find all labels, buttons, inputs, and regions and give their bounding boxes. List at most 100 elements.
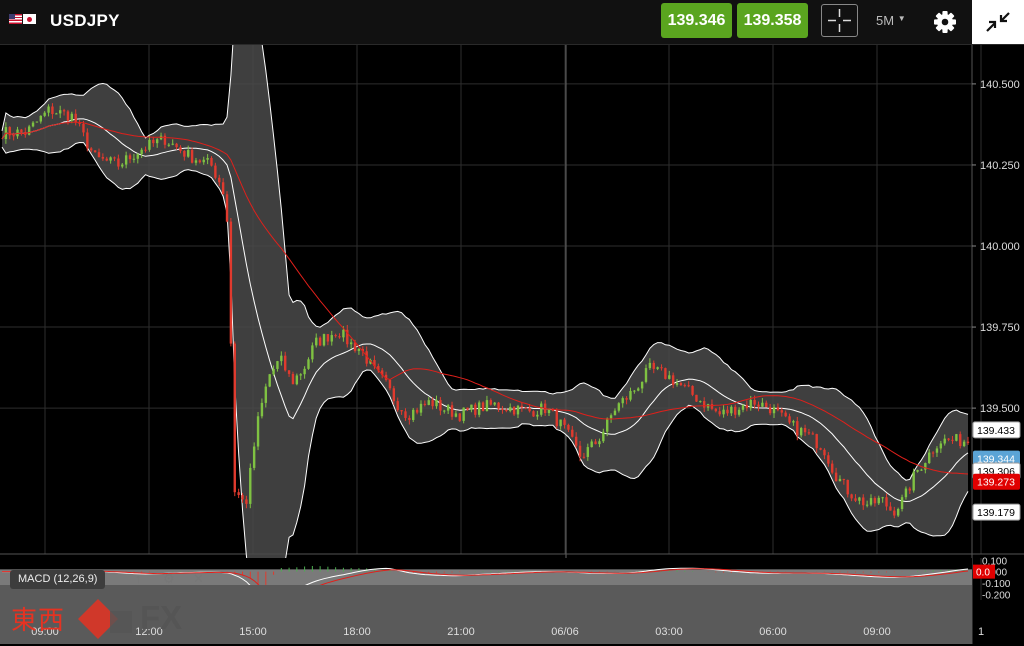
collapse-icon <box>986 12 1010 32</box>
candle-body <box>540 403 543 415</box>
price-chart[interactable]: 140.500 140.250 140.000 139.750 139.500 139.4… <box>0 45 1024 644</box>
candle-body <box>74 113 77 123</box>
candle-body <box>730 406 733 414</box>
candle-body <box>505 410 508 412</box>
macd-indicator-label[interactable]: MACD (12,26,9) <box>10 570 106 589</box>
candle-body <box>846 479 849 495</box>
logo-fx-text: FX <box>140 599 183 636</box>
candle-body <box>761 402 764 407</box>
candle-body <box>171 143 174 145</box>
buy-price-button[interactable]: 139.358 <box>737 3 808 38</box>
candle-body <box>31 122 35 127</box>
candle-body <box>679 383 683 386</box>
macd-value-label: 0.0 <box>976 568 990 579</box>
candle-body <box>140 149 143 155</box>
candle-body <box>916 470 919 472</box>
candle-body <box>210 158 213 166</box>
candle-body <box>136 154 139 159</box>
candle-body <box>656 367 659 369</box>
top-toolbar: USDJPY 139.346 139.358 5M ▼ <box>0 0 1024 45</box>
candle-body <box>206 158 209 160</box>
candle-body <box>528 408 531 412</box>
candle-body <box>691 385 694 395</box>
candle-body <box>629 390 632 400</box>
candle-body <box>128 155 132 160</box>
candle-body <box>477 402 481 415</box>
candle-body <box>427 400 430 405</box>
candle-body <box>885 497 888 507</box>
price-tag-label: 139.179 <box>977 507 1015 519</box>
collapse-button[interactable] <box>972 0 1024 44</box>
candle-body <box>831 463 834 473</box>
crosshair-button[interactable] <box>821 4 858 37</box>
candle-body <box>896 508 900 516</box>
candle-body <box>881 497 884 499</box>
candle-body <box>412 409 415 420</box>
settings-button[interactable] <box>929 6 961 38</box>
price-tick-label: 140.250 <box>980 160 1020 172</box>
candle-body <box>489 400 493 405</box>
candle-body <box>481 402 485 411</box>
candle-body <box>943 438 946 444</box>
crosshair-icon <box>828 9 851 32</box>
candle-body <box>423 403 427 405</box>
candle-body <box>311 345 314 360</box>
candle-body <box>664 368 667 379</box>
candle-body <box>955 434 958 441</box>
candle-body <box>834 472 838 482</box>
time-tick-label: 15:00 <box>239 626 267 638</box>
candle-body <box>559 419 562 427</box>
sell-price-button[interactable]: 139.346 <box>661 3 732 38</box>
close-icon[interactable]: ✕ <box>193 571 204 587</box>
candle-body <box>741 405 745 410</box>
candle-body <box>966 441 970 443</box>
candle-body <box>578 445 582 457</box>
candle-body <box>51 106 54 115</box>
candle-body <box>287 370 291 374</box>
candle-body <box>613 410 617 416</box>
candle-body <box>799 428 803 436</box>
candle-body <box>660 367 663 369</box>
candle-body <box>889 506 892 511</box>
up-arrow-icon[interactable]: ↑ <box>135 571 142 586</box>
candle-body <box>609 415 613 419</box>
candle-body <box>590 441 593 448</box>
price-tag-label: 139.433 <box>977 425 1015 437</box>
gear-icon[interactable]: ⚙ <box>163 571 175 587</box>
candle-body <box>737 409 741 415</box>
candle-body <box>260 402 264 417</box>
candle-body <box>947 438 950 440</box>
candle-body <box>113 157 116 159</box>
candle-body <box>39 115 42 122</box>
candle-body <box>823 449 826 456</box>
candle-body <box>637 388 640 391</box>
candle-body <box>194 160 198 163</box>
candle-body <box>152 139 155 144</box>
symbol-title[interactable]: USDJPY <box>50 11 120 31</box>
candle-body <box>582 456 586 458</box>
candle-body <box>567 424 570 430</box>
candle-body <box>815 434 818 449</box>
candle-body <box>97 152 101 157</box>
candle-body <box>594 441 597 445</box>
candle-body <box>342 329 345 338</box>
candle-body <box>939 443 943 449</box>
candle-body <box>431 400 434 407</box>
candle-body <box>221 182 225 195</box>
candle-body <box>256 416 260 447</box>
candle-body <box>644 368 648 382</box>
candle-body <box>264 386 268 403</box>
dropdown-caret-icon: ▼ <box>897 14 906 23</box>
bollinger-lower-line <box>1 141 969 625</box>
candle-body <box>284 355 287 371</box>
candle-body <box>792 421 795 423</box>
candle-body <box>315 337 318 346</box>
candle-body <box>396 401 399 411</box>
timeframe-dropdown[interactable]: 5M ▼ <box>876 13 906 28</box>
candle-body <box>233 343 236 493</box>
macd-tick-label: -0.100 <box>982 579 1011 590</box>
candle-body <box>768 407 772 414</box>
candle-body <box>307 359 310 369</box>
candle-body <box>877 497 880 504</box>
candle-body <box>66 111 70 121</box>
